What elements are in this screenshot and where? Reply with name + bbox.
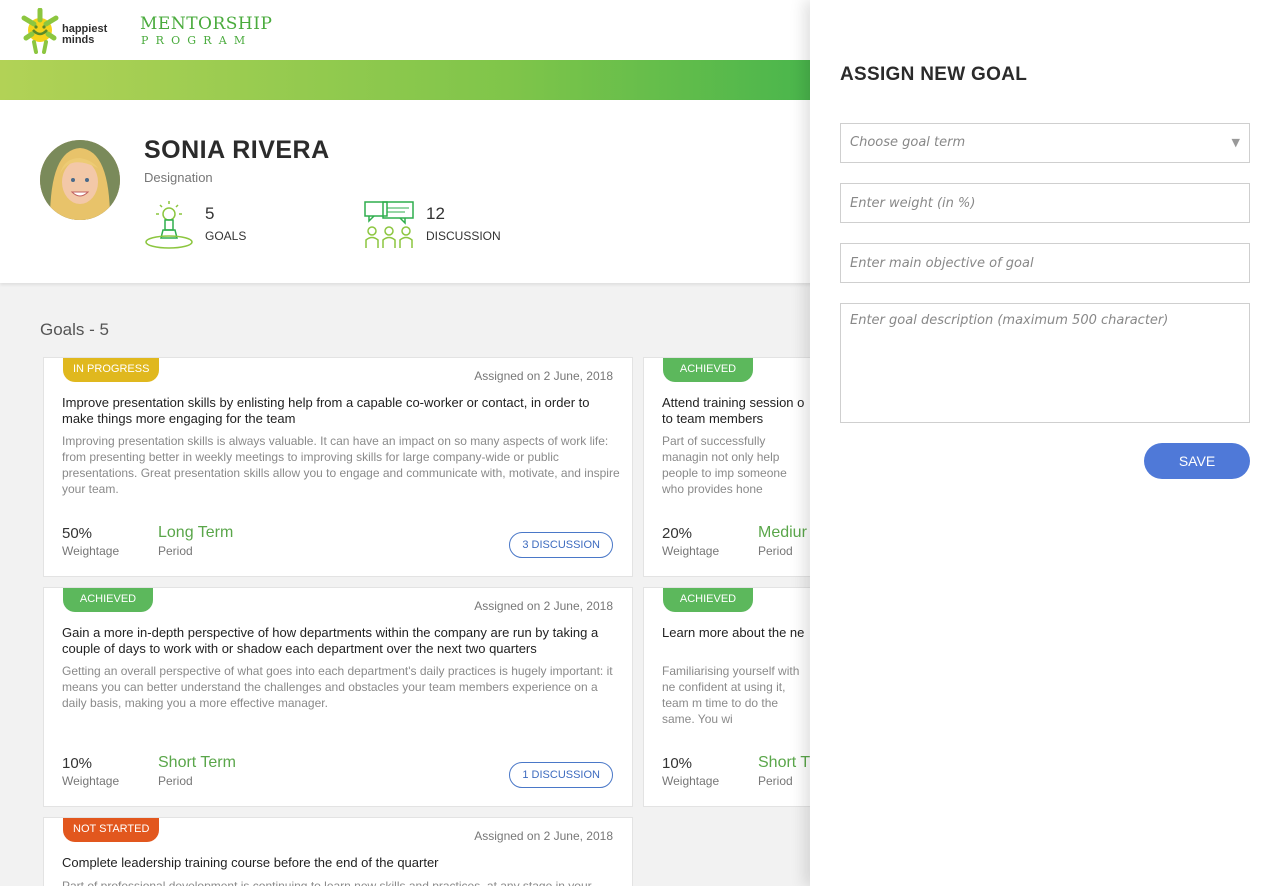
weight-input[interactable] [840,183,1250,223]
status-badge: NOT STARTED [63,818,160,842]
happiest-minds-logo[interactable]: happiest minds [20,8,115,54]
weightage-value: 10% [62,755,93,772]
logo-text-minds: minds [62,34,95,46]
weightage-label: Weightage [62,544,120,558]
goal-description: Part of professional development is cont… [62,879,592,886]
goal-card[interactable]: NOT STARTED Assigned on 2 June, 2018 Com… [43,817,633,886]
weightage-label: Weightage [662,544,720,558]
goal-term-select[interactable]: Choose goal term ▼ [840,123,1250,163]
goal-description: Getting an overall perspective of what g… [62,664,613,710]
assigned-date: Assigned on 2 June, 2018 [474,829,613,843]
status-badge: ACHIEVED [663,588,753,612]
goal-title: Learn more about the ne [662,625,805,640]
drawer-title: ASSIGN NEW GOAL [840,64,1028,85]
assigned-date: Assigned on 2 June, 2018 [474,599,613,613]
weightage-value: 50% [62,525,93,542]
goal-description: Part of successfully managin not only he… [662,434,787,496]
status-badge: ACHIEVED [663,358,753,382]
goals-lightbulb-icon [145,201,193,249]
goals-count: 5 [205,204,215,223]
period-value: Short T [758,754,811,771]
goal-title: Improve presentation skills by enlisting… [62,395,590,426]
weightage-label: Weightage [662,774,720,788]
status-badge: ACHIEVED [63,588,153,612]
discussion-count: 12 [426,204,445,223]
dropdown-caret-icon: ▼ [1231,136,1240,149]
goals-heading: Goals - 5 [40,320,109,339]
program-title: MENTORSHIP [140,14,273,34]
description-textarea[interactable] [840,303,1250,423]
goal-title: Complete leadership training course befo… [62,855,439,870]
weightage-value: 20% [662,525,693,542]
goal-card[interactable]: ACHIEVED Assigned on 2 June, 2018 Gain a… [43,587,633,807]
weightage-label: Weightage [62,774,120,788]
objective-input[interactable] [840,243,1250,283]
goal-description: Familiarising yourself with ne confident… [662,664,800,726]
goal-description: Improving presentation skills is always … [62,434,620,496]
profile-designation: Designation [144,170,213,185]
save-button[interactable]: SAVE [1144,443,1250,479]
assigned-date: Assigned on 2 June, 2018 [474,369,613,383]
goal-term-placeholder: Choose goal term [850,135,966,150]
profile-name: SONIA RIVERA [144,136,330,164]
period-value: Short Term [158,754,236,771]
user-photo-icon [40,140,120,220]
avatar[interactable] [40,140,120,220]
smiley-logo-icon [21,8,59,54]
status-badge: IN PROGRESS [63,358,160,382]
weightage-value: 10% [662,755,693,772]
discussion-button[interactable]: 1 DISCUSSION [509,762,613,788]
discussion-label: DISCUSSION [426,229,501,243]
period-value: Mediur [758,524,807,541]
period-value: Long Term [158,524,234,541]
goal-card[interactable]: IN PROGRESS Assigned on 2 June, 2018 Imp… [43,357,633,577]
goals-label: GOALS [205,229,247,243]
period-label: Period [758,774,793,788]
period-label: Period [158,544,193,558]
goal-title: Gain a more in-depth perspective of how … [62,625,599,656]
period-label: Period [758,544,793,558]
discussion-button[interactable]: 3 DISCUSSION [509,532,613,558]
program-subtitle: PROGRAM [141,34,253,47]
goal-title: Attend training session o to team member… [662,395,805,426]
period-label: Period [158,774,193,788]
discussion-group-icon [364,201,414,248]
assign-goal-drawer: ASSIGN NEW GOAL Choose goal term ▼ SAVE [810,0,1280,886]
